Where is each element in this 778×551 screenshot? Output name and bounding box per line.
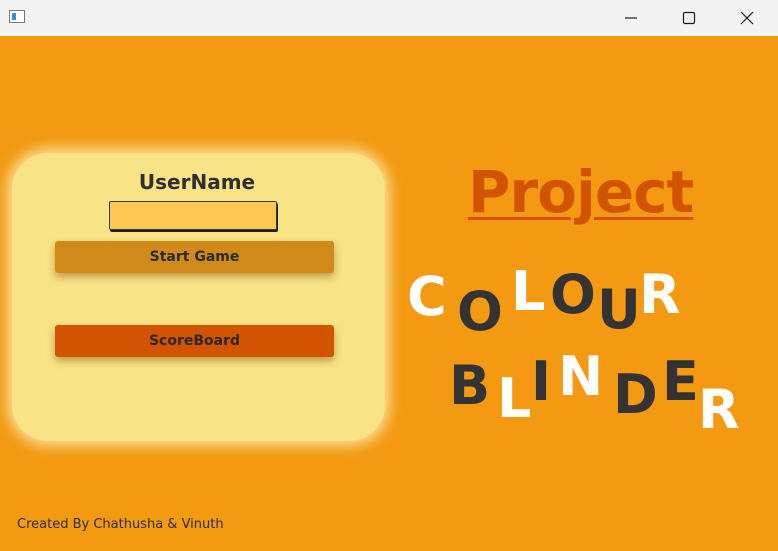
minimize-icon <box>625 17 637 19</box>
app-icon <box>9 10 25 23</box>
maximize-icon <box>682 11 696 25</box>
title-letter: E <box>662 350 699 413</box>
app-window: UserName Start Game ScoreBoard Project C… <box>0 0 778 551</box>
title-letter: U <box>597 278 641 341</box>
username-input[interactable] <box>109 201 277 230</box>
title-letter: L <box>497 367 532 430</box>
title-letter: O <box>457 280 503 343</box>
start-game-button[interactable]: Start Game <box>55 241 334 273</box>
title-letter: I <box>531 350 552 413</box>
title-letter: R <box>639 263 681 326</box>
project-title: Project <box>468 158 694 226</box>
title-letter: N <box>558 345 604 408</box>
minimize-button[interactable] <box>602 0 660 36</box>
close-icon <box>740 11 754 25</box>
title-letter: R <box>698 378 740 441</box>
title-letter: B <box>449 354 491 417</box>
scoreboard-button[interactable]: ScoreBoard <box>55 325 334 357</box>
title-letter: O <box>550 263 596 326</box>
title-bar[interactable] <box>0 0 778 36</box>
maximize-button[interactable] <box>660 0 718 36</box>
close-button[interactable] <box>718 0 776 36</box>
username-label: UserName <box>138 170 256 194</box>
login-card: UserName Start Game ScoreBoard <box>12 153 385 441</box>
title-letter: L <box>511 260 546 323</box>
footer-credit: Created By Chathusha & Vinuth <box>17 517 224 532</box>
title-letter: C <box>407 265 447 328</box>
title-letter: D <box>613 363 658 426</box>
